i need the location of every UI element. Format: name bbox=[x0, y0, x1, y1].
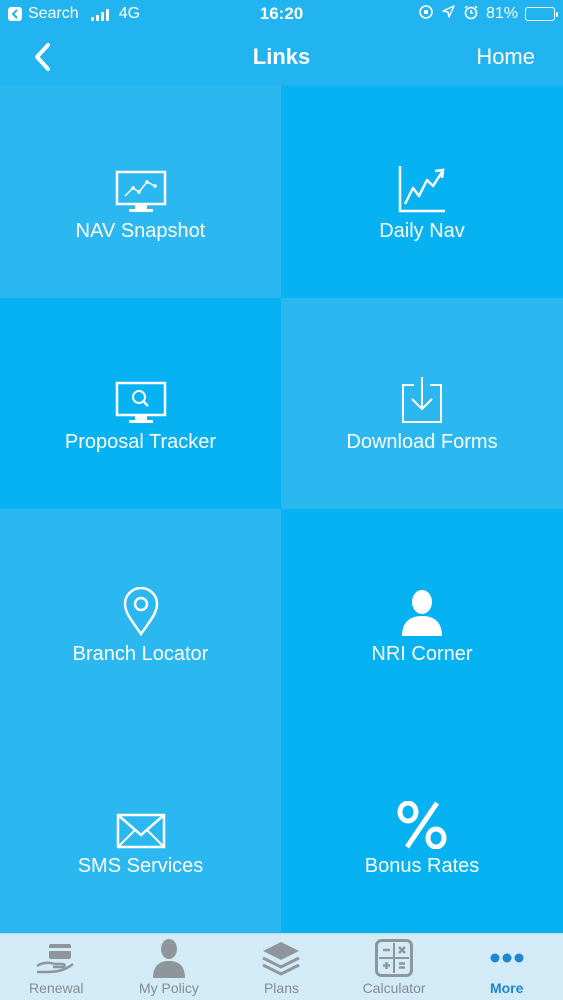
tab-label: My Policy bbox=[138, 980, 199, 996]
signal-icon bbox=[90, 8, 109, 21]
navigation-bar: Links Home bbox=[0, 28, 563, 86]
tab-label: Renewal bbox=[29, 980, 84, 996]
monitor-chart-icon bbox=[115, 170, 166, 212]
links-grid: NAV Snapshot Daily Nav Proposal Tracker … bbox=[0, 86, 563, 933]
home-button[interactable]: Home bbox=[476, 44, 535, 70]
tile-label: Download Forms bbox=[346, 431, 498, 453]
tile-label: SMS Services bbox=[77, 855, 204, 877]
calculator-icon bbox=[375, 939, 414, 977]
tile-proposal-tracker[interactable]: Proposal Tracker bbox=[0, 298, 281, 509]
tab-renewal[interactable]: Renewal bbox=[0, 934, 113, 1000]
user-icon bbox=[152, 939, 185, 978]
tile-nav-snapshot[interactable]: NAV Snapshot bbox=[0, 86, 281, 298]
tile-label: Bonus Rates bbox=[364, 855, 480, 877]
tab-bar: Renewal My Policy Plans Calculator More bbox=[0, 933, 563, 1000]
tile-download-forms[interactable]: Download Forms bbox=[281, 298, 563, 509]
tile-label: Branch Locator bbox=[72, 643, 209, 665]
line-chart-icon bbox=[398, 166, 445, 213]
tab-label: More bbox=[489, 980, 524, 996]
more-dots-icon bbox=[490, 953, 524, 963]
tile-nri-corner[interactable]: NRI Corner bbox=[281, 509, 563, 721]
orientation-lock-icon bbox=[418, 4, 434, 25]
tab-my-policy[interactable]: My Policy bbox=[113, 934, 226, 1000]
location-arrow-icon bbox=[441, 4, 456, 24]
tab-label: Plans bbox=[263, 980, 299, 996]
status-bar: Search 4G 16:20 81% bbox=[0, 0, 563, 28]
status-time: 16:20 bbox=[259, 4, 304, 23]
tab-more[interactable]: More bbox=[450, 934, 563, 1000]
tile-bonus-rates[interactable]: Bonus Rates bbox=[281, 721, 563, 933]
battery-icon bbox=[525, 7, 558, 21]
renewal-icon bbox=[36, 944, 75, 974]
person-icon bbox=[402, 590, 442, 636]
location-pin-icon bbox=[123, 587, 158, 637]
tile-label: NRI Corner bbox=[371, 643, 473, 665]
download-icon bbox=[402, 377, 442, 423]
tab-plans[interactable]: Plans bbox=[225, 934, 338, 1000]
back-to-app-icon[interactable] bbox=[8, 7, 22, 21]
percent-icon bbox=[397, 801, 447, 849]
tile-label: Proposal Tracker bbox=[64, 431, 217, 453]
monitor-search-icon bbox=[115, 381, 166, 423]
back-to-app-label[interactable]: Search bbox=[28, 5, 79, 23]
tile-label: NAV Snapshot bbox=[75, 220, 206, 242]
envelope-icon bbox=[116, 813, 165, 849]
tile-daily-nav[interactable]: Daily Nav bbox=[281, 86, 563, 298]
tab-label: Calculator bbox=[362, 980, 426, 996]
tile-branch-locator[interactable]: Branch Locator bbox=[0, 509, 281, 721]
alarm-icon bbox=[463, 4, 479, 25]
layers-icon bbox=[262, 942, 301, 976]
tab-calculator[interactable]: Calculator bbox=[338, 934, 451, 1000]
network-type: 4G bbox=[118, 5, 141, 22]
battery-percent: 81% bbox=[485, 5, 518, 22]
tile-sms-services[interactable]: SMS Services bbox=[0, 721, 281, 933]
status-right: 81% bbox=[395, 4, 558, 25]
tile-label: Daily Nav bbox=[379, 220, 465, 242]
